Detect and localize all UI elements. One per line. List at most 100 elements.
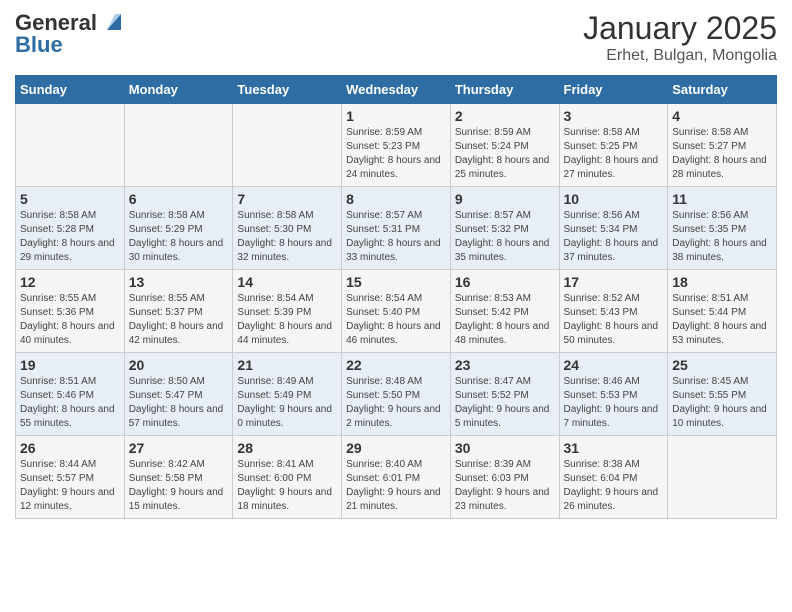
day-number: 10 <box>564 191 664 207</box>
cell-content: Sunrise: 8:53 AM Sunset: 5:42 PM Dayligh… <box>455 292 555 348</box>
logo: General Blue <box>15 10 121 58</box>
cell-content: Sunrise: 8:56 AM Sunset: 5:34 PM Dayligh… <box>564 209 664 265</box>
day-number: 13 <box>129 274 229 290</box>
cell-content: Sunrise: 8:59 AM Sunset: 5:24 PM Dayligh… <box>455 126 555 182</box>
day-number: 31 <box>564 440 664 456</box>
calendar-cell: 26 Sunrise: 8:44 AM Sunset: 5:57 PM Dayli… <box>16 436 125 519</box>
cell-content: Sunrise: 8:51 AM Sunset: 5:44 PM Dayligh… <box>672 292 772 348</box>
cell-content: Sunrise: 8:58 AM Sunset: 5:30 PM Dayligh… <box>237 209 337 265</box>
cell-content: Sunrise: 8:41 AM Sunset: 6:00 PM Dayligh… <box>237 458 337 514</box>
day-number: 23 <box>455 357 555 373</box>
day-number: 26 <box>20 440 120 456</box>
cell-content: Sunrise: 8:39 AM Sunset: 6:03 PM Dayligh… <box>455 458 555 514</box>
calendar-cell: 27 Sunrise: 8:42 AM Sunset: 5:58 PM Dayli… <box>124 436 233 519</box>
cell-content: Sunrise: 8:45 AM Sunset: 5:55 PM Dayligh… <box>672 375 772 431</box>
cell-content: Sunrise: 8:42 AM Sunset: 5:58 PM Dayligh… <box>129 458 229 514</box>
cell-content: Sunrise: 8:57 AM Sunset: 5:32 PM Dayligh… <box>455 209 555 265</box>
calendar-cell: 18 Sunrise: 8:51 AM Sunset: 5:44 PM Dayli… <box>668 270 777 353</box>
cell-content: Sunrise: 8:46 AM Sunset: 5:53 PM Dayligh… <box>564 375 664 431</box>
calendar-cell: 20 Sunrise: 8:50 AM Sunset: 5:47 PM Dayli… <box>124 353 233 436</box>
cell-content: Sunrise: 8:49 AM Sunset: 5:49 PM Dayligh… <box>237 375 337 431</box>
logo-blue: Blue <box>15 32 63 58</box>
day-number: 4 <box>672 108 772 124</box>
cell-content: Sunrise: 8:40 AM Sunset: 6:01 PM Dayligh… <box>346 458 446 514</box>
calendar-cell: 6 Sunrise: 8:58 AM Sunset: 5:29 PM Daylig… <box>124 187 233 270</box>
cell-content: Sunrise: 8:54 AM Sunset: 5:40 PM Dayligh… <box>346 292 446 348</box>
day-number: 5 <box>20 191 120 207</box>
cell-content: Sunrise: 8:58 AM Sunset: 5:28 PM Dayligh… <box>20 209 120 265</box>
calendar-cell: 10 Sunrise: 8:56 AM Sunset: 5:34 PM Dayli… <box>559 187 668 270</box>
day-header-thursday: Thursday <box>450 76 559 104</box>
day-number: 27 <box>129 440 229 456</box>
logo-icon <box>99 10 121 32</box>
cell-content: Sunrise: 8:51 AM Sunset: 5:46 PM Dayligh… <box>20 375 120 431</box>
day-number: 7 <box>237 191 337 207</box>
day-header-sunday: Sunday <box>16 76 125 104</box>
calendar-cell: 31Sunrise: 8:38 AM Sunset: 6:04 PM Dayli… <box>559 436 668 519</box>
day-number: 2 <box>455 108 555 124</box>
day-number: 1 <box>346 108 446 124</box>
day-number: 8 <box>346 191 446 207</box>
page-header: General Blue January 2025 Erhet, Bulgan,… <box>15 10 777 65</box>
calendar-cell: 3 Sunrise: 8:58 AM Sunset: 5:25 PM Daylig… <box>559 104 668 187</box>
day-number: 16 <box>455 274 555 290</box>
calendar-cell: 16 Sunrise: 8:53 AM Sunset: 5:42 PM Dayli… <box>450 270 559 353</box>
day-header-saturday: Saturday <box>668 76 777 104</box>
day-number: 25 <box>672 357 772 373</box>
day-number: 20 <box>129 357 229 373</box>
week-row-2: 5 Sunrise: 8:58 AM Sunset: 5:28 PM Daylig… <box>16 187 777 270</box>
calendar-table: SundayMondayTuesdayWednesdayThursdayFrid… <box>15 75 777 519</box>
day-number: 6 <box>129 191 229 207</box>
cell-content: Sunrise: 8:48 AM Sunset: 5:50 PM Dayligh… <box>346 375 446 431</box>
calendar-cell: 12Sunrise: 8:55 AM Sunset: 5:36 PM Dayli… <box>16 270 125 353</box>
day-number: 15 <box>346 274 446 290</box>
calendar-cell: 23 Sunrise: 8:47 AM Sunset: 5:52 PM Dayli… <box>450 353 559 436</box>
calendar-cell: 24 Sunrise: 8:46 AM Sunset: 5:53 PM Dayli… <box>559 353 668 436</box>
cell-content: Sunrise: 8:58 AM Sunset: 5:25 PM Dayligh… <box>564 126 664 182</box>
day-number: 3 <box>564 108 664 124</box>
calendar-cell: 4 Sunrise: 8:58 AM Sunset: 5:27 PM Daylig… <box>668 104 777 187</box>
calendar-cell: 8 Sunrise: 8:57 AM Sunset: 5:31 PM Daylig… <box>342 187 451 270</box>
calendar-cell: 28Sunrise: 8:41 AM Sunset: 6:00 PM Dayli… <box>233 436 342 519</box>
calendar-cell <box>233 104 342 187</box>
calendar-cell <box>16 104 125 187</box>
cell-content: Sunrise: 8:58 AM Sunset: 5:29 PM Dayligh… <box>129 209 229 265</box>
cell-content: Sunrise: 8:58 AM Sunset: 5:27 PM Dayligh… <box>672 126 772 182</box>
calendar-cell <box>124 104 233 187</box>
calendar-cell <box>668 436 777 519</box>
calendar-cell: 21Sunrise: 8:49 AM Sunset: 5:49 PM Dayli… <box>233 353 342 436</box>
cell-content: Sunrise: 8:44 AM Sunset: 5:57 PM Dayligh… <box>20 458 120 514</box>
day-number: 24 <box>564 357 664 373</box>
day-number: 14 <box>237 274 337 290</box>
day-number: 30 <box>455 440 555 456</box>
location: Erhet, Bulgan, Mongolia <box>583 47 777 65</box>
week-row-4: 19Sunrise: 8:51 AM Sunset: 5:46 PM Dayli… <box>16 353 777 436</box>
cell-content: Sunrise: 8:54 AM Sunset: 5:39 PM Dayligh… <box>237 292 337 348</box>
week-row-1: 1Sunrise: 8:59 AM Sunset: 5:23 PM Daylig… <box>16 104 777 187</box>
calendar-cell: 25 Sunrise: 8:45 AM Sunset: 5:55 PM Dayli… <box>668 353 777 436</box>
calendar-cell: 30 Sunrise: 8:39 AM Sunset: 6:03 PM Dayli… <box>450 436 559 519</box>
day-header-wednesday: Wednesday <box>342 76 451 104</box>
calendar-cell: 15 Sunrise: 8:54 AM Sunset: 5:40 PM Dayli… <box>342 270 451 353</box>
title-section: January 2025 Erhet, Bulgan, Mongolia <box>583 10 777 65</box>
calendar-cell: 13Sunrise: 8:55 AM Sunset: 5:37 PM Dayli… <box>124 270 233 353</box>
week-row-3: 12Sunrise: 8:55 AM Sunset: 5:36 PM Dayli… <box>16 270 777 353</box>
calendar-cell: 1Sunrise: 8:59 AM Sunset: 5:23 PM Daylig… <box>342 104 451 187</box>
calendar-cell: 14 Sunrise: 8:54 AM Sunset: 5:39 PM Dayli… <box>233 270 342 353</box>
cell-content: Sunrise: 8:56 AM Sunset: 5:35 PM Dayligh… <box>672 209 772 265</box>
day-number: 18 <box>672 274 772 290</box>
cell-content: Sunrise: 8:57 AM Sunset: 5:31 PM Dayligh… <box>346 209 446 265</box>
day-number: 17 <box>564 274 664 290</box>
days-header-row: SundayMondayTuesdayWednesdayThursdayFrid… <box>16 76 777 104</box>
month-year: January 2025 <box>583 10 777 47</box>
cell-content: Sunrise: 8:55 AM Sunset: 5:36 PM Dayligh… <box>20 292 120 348</box>
cell-content: Sunrise: 8:50 AM Sunset: 5:47 PM Dayligh… <box>129 375 229 431</box>
calendar-cell: 5 Sunrise: 8:58 AM Sunset: 5:28 PM Daylig… <box>16 187 125 270</box>
cell-content: Sunrise: 8:47 AM Sunset: 5:52 PM Dayligh… <box>455 375 555 431</box>
day-number: 29 <box>346 440 446 456</box>
cell-content: Sunrise: 8:52 AM Sunset: 5:43 PM Dayligh… <box>564 292 664 348</box>
day-header-friday: Friday <box>559 76 668 104</box>
day-number: 11 <box>672 191 772 207</box>
week-row-5: 26 Sunrise: 8:44 AM Sunset: 5:57 PM Dayli… <box>16 436 777 519</box>
calendar-cell: 22Sunrise: 8:48 AM Sunset: 5:50 PM Dayli… <box>342 353 451 436</box>
